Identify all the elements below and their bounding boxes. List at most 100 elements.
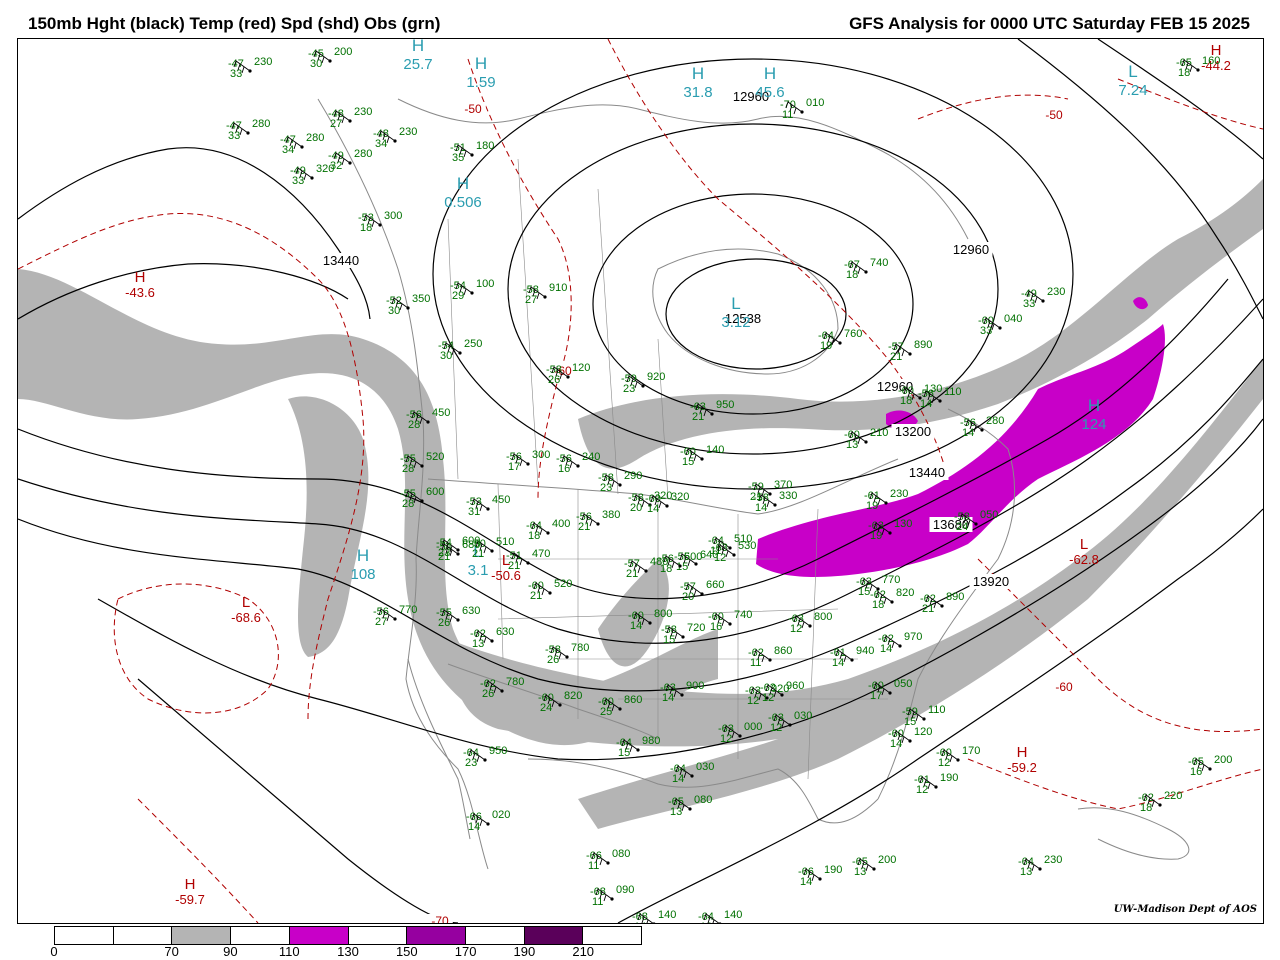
analysis-time: GFS Analysis for 0000 UTC Saturday FEB 1…	[849, 14, 1250, 33]
temp-contour-label: -50	[1045, 108, 1063, 122]
obs-dewpoint: 12	[747, 695, 759, 707]
temp-extremum-value: -59.2	[1007, 760, 1037, 775]
obs-dewpoint: 27	[375, 616, 387, 628]
obs-dewpoint: 12	[790, 623, 802, 635]
obs-dewpoint: 26	[438, 617, 450, 629]
obs-dewpoint: 21	[626, 568, 638, 580]
obs-height: 800	[814, 611, 832, 623]
obs-height: 320	[316, 163, 334, 175]
obs-dewpoint: 25	[600, 706, 612, 718]
obs-dewpoint: 12	[720, 733, 732, 745]
obs-dewpoint: 14	[962, 427, 974, 439]
obs-dewpoint: 14	[880, 643, 892, 655]
speed-center-value: 108	[350, 566, 375, 583]
obs-dewpoint: 33	[230, 68, 242, 80]
obs-dewpoint: 27	[525, 294, 537, 306]
legend-label: 190	[513, 944, 536, 959]
speed-center-letter: H	[692, 64, 704, 83]
obs-height: 380	[602, 509, 620, 521]
temp-contour-label: -50	[464, 102, 482, 116]
obs-dewpoint: 13	[670, 806, 682, 818]
obs-dewpoint: 26	[548, 374, 560, 386]
obs-dewpoint: 21	[578, 521, 590, 533]
obs-dewpoint: 33	[228, 130, 240, 142]
legend-swatch	[113, 927, 173, 944]
temp-extremum-letter: H	[1017, 744, 1028, 761]
obs-height: 030	[696, 761, 714, 773]
obs-dewpoint: 31	[468, 506, 480, 518]
obs-height: 330	[779, 490, 797, 502]
jet-gray-eastloop	[288, 396, 369, 657]
obs-height: 230	[354, 106, 372, 118]
obs-height: 970	[904, 631, 922, 643]
obs-height: 190	[940, 772, 958, 784]
obs-height: 780	[506, 676, 524, 688]
temp-contour-label: -70	[431, 914, 449, 923]
obs-dewpoint: 16	[710, 621, 722, 633]
speed-center-letter: L	[1128, 62, 1137, 81]
obs-height: 940	[856, 645, 874, 657]
obs-dewpoint: 14	[672, 773, 684, 785]
obs-dewpoint: 12	[938, 757, 950, 769]
obs-dewpoint: 21	[922, 603, 934, 615]
obs-height: 180	[476, 140, 494, 152]
obs-dewpoint: 14	[832, 657, 844, 669]
obs-height: 050	[980, 509, 998, 521]
obs-height: 140	[658, 909, 676, 921]
jet-gray-west	[18, 269, 718, 746]
height-label: 13440	[323, 253, 359, 268]
obs-dewpoint: 20	[682, 591, 694, 603]
speed-center-value: 124	[1081, 416, 1106, 433]
obs-height: 230	[399, 126, 417, 138]
obs-dewpoint: 13	[846, 439, 858, 451]
obs-height: 820	[564, 690, 582, 702]
speed-center-letter: H	[475, 54, 487, 73]
obs-height: 300	[384, 210, 402, 222]
obs-dewpoint: 12	[916, 784, 928, 796]
obs-dewpoint: 17	[870, 690, 882, 702]
speed-center-value: 3.12	[721, 314, 750, 331]
obs-dewpoint: 18	[900, 395, 912, 407]
credit: UW-Madison Dept of AOS	[1113, 904, 1257, 915]
temp-extremum-value: -59.7	[175, 892, 205, 907]
obs-dewpoint: 18	[1140, 802, 1152, 814]
obs-dewpoint: 14	[630, 620, 642, 632]
obs-height: 230	[254, 56, 272, 68]
temp-contour-6	[917, 78, 1263, 130]
obs-height: 510	[496, 536, 514, 548]
obs-height: 170	[962, 745, 980, 757]
height-label: 13440	[909, 465, 945, 480]
obs-dewpoint: 13	[472, 638, 484, 650]
obs-dewpoint: 15	[858, 586, 870, 598]
obs-height: 050	[894, 678, 912, 690]
obs-height: 980	[642, 735, 660, 747]
obs-dewpoint: 23	[623, 383, 635, 395]
obs-dewpoint: 21	[692, 411, 704, 423]
obs-height: 140	[724, 909, 742, 921]
speed-center-letter: H	[764, 64, 776, 83]
speed-center-value: 25.7	[403, 56, 432, 73]
obs-dewpoint: 20	[630, 502, 642, 514]
legend-label: 130	[337, 944, 359, 959]
legend-label: 150	[395, 944, 418, 959]
obs-dewpoint: 18	[360, 222, 372, 234]
obs-dewpoint: 12	[770, 722, 782, 734]
obs-dewpoint: 24	[956, 521, 968, 533]
legend-label: 90	[223, 944, 238, 959]
obs-dewpoint: 18	[1178, 67, 1190, 79]
obs-dewpoint: 16	[558, 463, 570, 475]
temp-extremum-letter: L	[242, 594, 250, 611]
legend-swatch	[55, 927, 114, 944]
obs-height: 760	[844, 328, 862, 340]
obs-dewpoint: 12	[762, 692, 774, 704]
obs-height: 630	[462, 605, 480, 617]
obs-dewpoint: 33	[980, 325, 992, 337]
obs-height: 290	[624, 470, 642, 482]
obs-dewpoint: 21	[530, 590, 542, 602]
obs-dewpoint: 13	[700, 921, 712, 923]
obs-height: 600	[426, 486, 444, 498]
obs-height: 320	[671, 491, 689, 503]
obs-height: 740	[734, 609, 752, 621]
obs-height: 890	[914, 339, 932, 351]
legend-label: 210	[572, 944, 595, 959]
